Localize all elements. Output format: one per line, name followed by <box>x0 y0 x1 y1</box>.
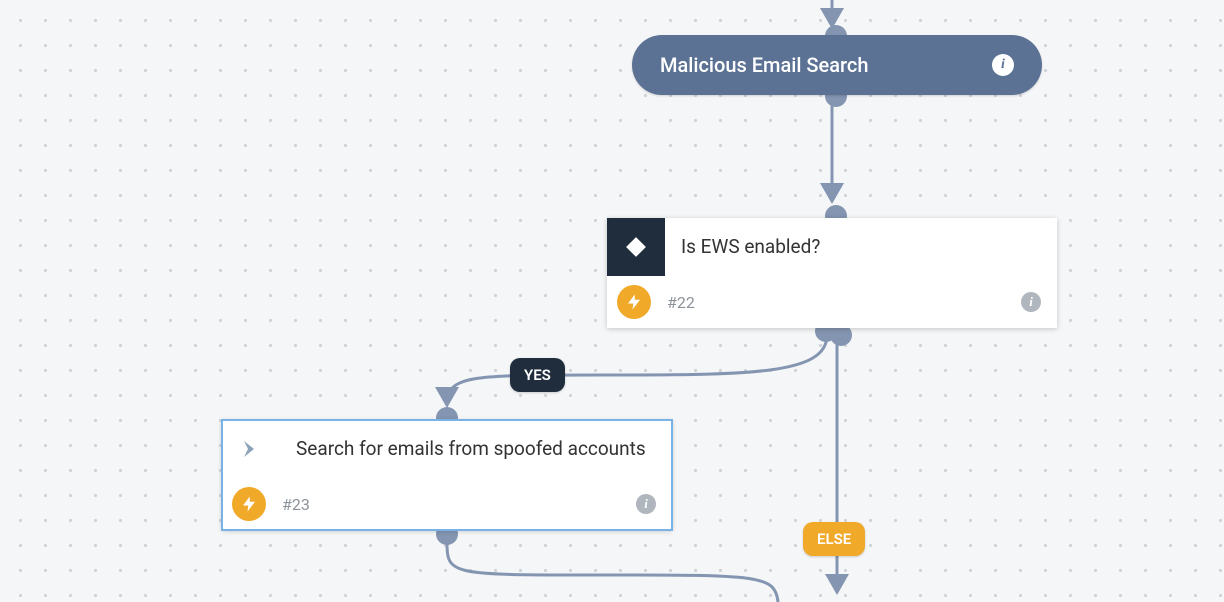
branch-badge-else: ELSE <box>803 522 865 556</box>
diamond-icon <box>607 218 665 276</box>
info-icon[interactable]: i <box>636 494 656 514</box>
bolt-icon <box>232 487 266 521</box>
branch-label: ELSE <box>817 530 851 548</box>
branch-badge-yes: YES <box>510 358 565 392</box>
section-header-node[interactable]: Malicious Email Search i <box>632 35 1042 95</box>
node-title: Is EWS enabled? <box>665 234 820 260</box>
node-id: #22 <box>667 293 695 312</box>
branch-label: YES <box>524 366 551 384</box>
info-icon[interactable]: i <box>1021 292 1041 312</box>
action-node[interactable]: Search for emails from spoofed accounts … <box>222 420 672 530</box>
chevron-icon <box>222 420 280 478</box>
section-title: Malicious Email Search <box>660 53 868 77</box>
bolt-icon <box>617 285 651 319</box>
decision-node[interactable]: Is EWS enabled? #22 i <box>607 218 1057 328</box>
node-id: #23 <box>282 495 310 514</box>
info-icon[interactable]: i <box>992 54 1014 76</box>
node-title: Search for emails from spoofed accounts <box>280 436 646 462</box>
